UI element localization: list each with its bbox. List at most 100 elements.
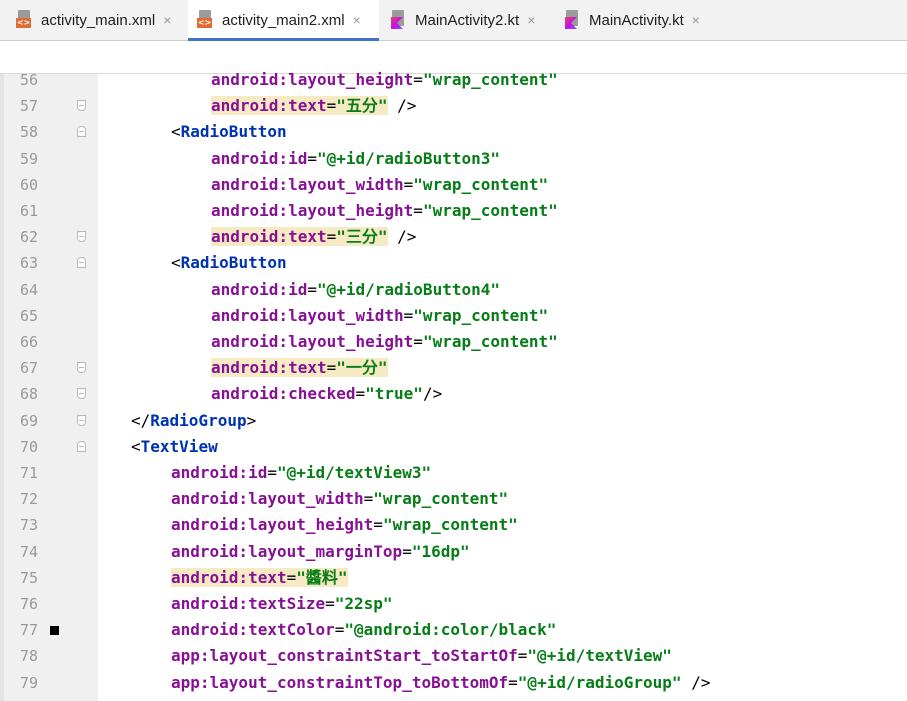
code-text: android:layout_height="wrap_content"	[211, 67, 558, 93]
xml-file-icon: <>	[16, 10, 34, 30]
code-text: android:textSize="22sp"	[171, 591, 393, 617]
tab-activity-main2-xml[interactable]: <> activity_main2.xml ×	[188, 0, 379, 41]
fold-marker-icon[interactable]	[77, 440, 86, 452]
tab-mainactivity2-kt[interactable]: MainActivity2.kt ×	[390, 0, 535, 40]
code-line[interactable]: 68 android:checked="true"/>	[0, 381, 907, 407]
line-number: 67	[19, 359, 38, 378]
line-number: 56	[19, 71, 38, 89]
code-text: android:text="一分"	[211, 355, 388, 381]
code-text: <RadioButton	[171, 119, 287, 145]
kotlin-file-icon	[564, 10, 582, 30]
code-line[interactable]: 75 android:text="醬料"	[0, 565, 907, 591]
line-number: 68	[19, 385, 38, 404]
code-token: "@+id/textView3"	[276, 463, 432, 482]
code-line[interactable]: 79 app:layout_constraintTop_toBottomOf="@…	[0, 670, 907, 696]
code-token: android:layout_width	[171, 489, 364, 509]
code-line[interactable]: 67 android:text="一分"	[0, 355, 907, 381]
code-token: =	[355, 384, 366, 404]
tab-activity-main-xml[interactable]: <> activity_main.xml ×	[16, 0, 171, 40]
code-token: android:text	[171, 567, 287, 587]
code-token: android:layout_height	[211, 70, 414, 89]
code-line[interactable]: 64 android:id="@+id/radioButton4"	[0, 277, 907, 303]
code-token: RadioGroup	[150, 410, 247, 430]
code-line[interactable]: 62 android:text="三分" />	[0, 224, 907, 250]
code-token: <	[171, 122, 181, 142]
fold-marker-icon[interactable]	[77, 126, 86, 138]
bookmark-icon[interactable]	[50, 626, 59, 636]
code-token: android:textColor	[171, 620, 335, 640]
fold-marker-icon[interactable]	[77, 100, 86, 112]
close-icon[interactable]: ×	[353, 12, 361, 28]
line-number: 59	[19, 149, 38, 168]
code-token: "wrap_content"	[422, 201, 558, 220]
code-token: =	[403, 305, 414, 325]
line-number: 76	[19, 595, 38, 613]
close-icon[interactable]: ×	[527, 12, 535, 28]
code-line[interactable]: 61 android:layout_height="wrap_content"	[0, 198, 907, 224]
line-number: 77	[19, 621, 38, 640]
code-line[interactable]: 69 </RadioGroup>	[0, 408, 907, 434]
code-token: =	[326, 227, 337, 247]
code-text: android:textColor="@android:color/black"	[171, 617, 556, 643]
code-token: />	[387, 96, 417, 116]
code-token: =	[413, 332, 423, 351]
line-number: 71	[19, 464, 38, 482]
code-token: =	[307, 148, 317, 168]
code-token: android:textSize	[171, 594, 326, 613]
code-token: "@+id/radioGroup"	[517, 672, 682, 692]
code-line[interactable]: 70 <TextView	[0, 434, 907, 460]
code-text: android:layout_height="wrap_content"	[211, 329, 558, 355]
code-token: android:layout_width	[211, 305, 404, 325]
tab-label: activity_main.xml	[41, 11, 156, 29]
code-line[interactable]: 72 android:layout_width="wrap_content"	[0, 486, 907, 512]
fold-marker-icon[interactable]	[77, 231, 86, 243]
code-token: "16dp"	[411, 541, 470, 561]
code-line[interactable]: 78 app:layout_constraintStart_toStartOf="…	[0, 643, 907, 669]
code-text: android:id="@+id/radioButton4"	[211, 277, 500, 303]
code-token: "wrap_content"	[382, 515, 518, 535]
code-token: android:text	[211, 96, 327, 116]
tab-label: MainActivity.kt	[589, 11, 684, 29]
code-token: "醬料"	[296, 567, 348, 587]
code-text: android:text="三分" />	[211, 224, 416, 250]
code-line[interactable]: 58 <RadioButton	[0, 119, 907, 145]
line-number: 79	[19, 673, 38, 692]
code-token: "wrap_content"	[373, 489, 509, 509]
code-line[interactable]: 66 android:layout_height="wrap_content"	[0, 329, 907, 355]
code-line[interactable]: 63 <RadioButton	[0, 250, 907, 276]
close-icon[interactable]: ×	[692, 12, 700, 28]
code-line[interactable]: 77 android:textColor="@android:color/blac…	[0, 617, 907, 643]
close-icon[interactable]: ×	[163, 12, 171, 28]
tab-label: MainActivity2.kt	[415, 11, 520, 29]
fold-marker-icon[interactable]	[77, 257, 86, 269]
code-token: =	[363, 489, 374, 509]
code-token: "wrap_content"	[422, 70, 558, 89]
code-line[interactable]: 57 android:text="五分" />	[0, 93, 907, 119]
code-text: android:layout_width="wrap_content"	[211, 303, 548, 329]
fold-marker-icon[interactable]	[77, 388, 86, 400]
code-token: app:layout_constraintTop_toBottomOf	[171, 672, 509, 692]
code-token: android:layout_marginTop	[171, 541, 403, 561]
fold-marker-icon[interactable]	[77, 362, 86, 374]
code-token: android:layout_height	[211, 332, 414, 351]
code-token: </	[131, 410, 151, 430]
code-line[interactable]: 71 android:id="@+id/textView3"	[0, 460, 907, 486]
fold-marker-icon[interactable]	[77, 414, 86, 426]
code-line[interactable]: 59 android:id="@+id/radioButton3"	[0, 146, 907, 172]
tab-mainactivity-kt[interactable]: MainActivity.kt ×	[564, 0, 700, 40]
line-number: 61	[19, 202, 38, 220]
code-line[interactable]: 76 android:textSize="22sp"	[0, 591, 907, 617]
code-token: android:id	[211, 148, 308, 168]
code-token: "wrap_content"	[413, 305, 549, 325]
code-text: android:text="醬料"	[171, 565, 348, 591]
code-line[interactable]: 56 android:layout_height="wrap_content"	[0, 67, 907, 93]
code-line[interactable]: 60 android:layout_width="wrap_content"	[0, 172, 907, 198]
code-token: =	[325, 594, 335, 613]
code-token: =	[403, 174, 414, 194]
editor-tab-bar: <> activity_main.xml × <> activity_main2…	[0, 0, 907, 41]
code-line[interactable]: 65 android:layout_width="wrap_content"	[0, 303, 907, 329]
code-line[interactable]: 73 android:layout_height="wrap_content"	[0, 512, 907, 538]
code-token: android:id	[211, 279, 308, 299]
code-line[interactable]: 74 android:layout_marginTop="16dp"	[0, 539, 907, 565]
code-token: <	[131, 436, 141, 456]
